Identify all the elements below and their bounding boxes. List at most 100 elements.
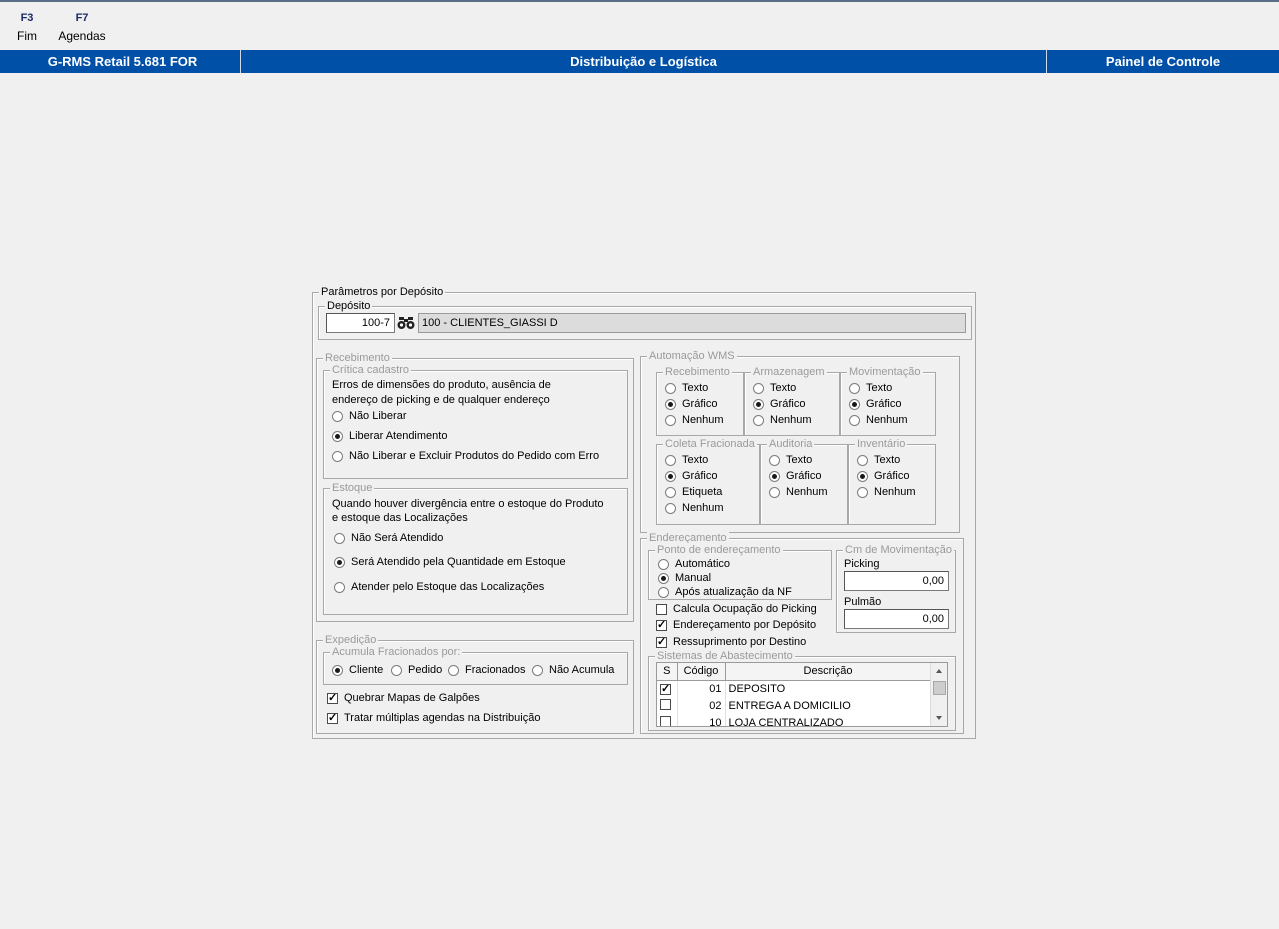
table-scrollbar[interactable] [930, 663, 947, 726]
radio-label: Cliente [349, 664, 384, 676]
radio-auto-movimentacao-nenhum[interactable]: Nenhum [849, 414, 908, 426]
checkbox-quebrar-mapas[interactable]: ✓ Quebrar Mapas de Galpões [327, 692, 480, 704]
radio-auditoria-texto[interactable]: Texto [769, 454, 812, 466]
radio-label: Texto [786, 454, 813, 466]
radio-acumula-cliente[interactable]: Cliente [332, 664, 383, 676]
checkbox-box: ✓ [656, 618, 667, 631]
scroll-down-icon[interactable] [936, 716, 942, 720]
radio-inventario-nenhum[interactable]: Nenhum [857, 486, 916, 498]
radio-label: Nenhum [682, 414, 724, 426]
radio-coleta-grafico[interactable]: Gráfico [665, 470, 717, 482]
codigo-cell: 02 [677, 697, 726, 714]
auto-armazenagem-title: Armazenagem [751, 365, 827, 379]
checkbox-enderecamento-deposito[interactable]: ✓ Endereçamento por Depósito [656, 619, 816, 631]
radio-dot [665, 454, 676, 466]
radio-acumula-pedido[interactable]: Pedido [391, 664, 442, 676]
radio-label: Gráfico [786, 470, 822, 482]
ponto-enderecamento-title: Ponto de endereçamento [655, 543, 783, 557]
radio-nao-acumula[interactable]: Não Acumula [532, 664, 614, 676]
radio-auto-armazenagem-grafico[interactable]: Gráfico [753, 398, 805, 410]
checkbox-box: ✓ [327, 691, 338, 704]
radio-dot [332, 450, 343, 462]
radio-auto-armazenagem-nenhum[interactable]: Nenhum [753, 414, 812, 426]
row-select-cell[interactable]: ✓ [657, 680, 678, 697]
radio-coleta-nenhum[interactable]: Nenhum [665, 502, 724, 514]
checkbox-label: Quebrar Mapas de Galpões [344, 692, 480, 704]
radio-auto-recebimento-texto[interactable]: Texto [665, 382, 708, 394]
radio-liberar-atendimento[interactable]: Liberar Atendimento [332, 430, 447, 442]
pulmao-field[interactable]: 0,00 [844, 609, 949, 629]
radio-auditoria-nenhum[interactable]: Nenhum [769, 486, 828, 498]
descricao-cell: ENTREGA A DOMICILIO [725, 697, 932, 714]
radio-dot [769, 470, 780, 482]
radio-automatico[interactable]: Automático [658, 558, 730, 570]
radio-nao-sera-atendido[interactable]: Não Será Atendido [334, 532, 443, 544]
deposito-code-field[interactable]: 100-7 [326, 313, 395, 333]
table-row[interactable]: 10 LOJA CENTRALIZADO [657, 714, 932, 726]
radio-inventario-texto[interactable]: Texto [857, 454, 900, 466]
radio-sera-atendido-quantidade[interactable]: Será Atendido pela Quantidade em Estoque [334, 556, 566, 568]
radio-label: Manual [675, 572, 712, 584]
column-header-descricao[interactable]: Descrição [725, 663, 932, 681]
table-row[interactable]: 02 ENTREGA A DOMICILIO [657, 697, 932, 714]
table-row[interactable]: ✓ 01 DEPOSITO [657, 680, 932, 697]
codigo-cell: 01 [677, 680, 726, 697]
row-checkbox[interactable] [660, 715, 671, 726]
binoculars-search-icon[interactable] [396, 313, 416, 333]
radio-label: Liberar Atendimento [349, 430, 448, 442]
radio-auto-recebimento-grafico[interactable]: Gráfico [665, 398, 717, 410]
critica-description-line1: Erros de dimensões do produto, ausência … [332, 379, 551, 391]
radio-auto-movimentacao-grafico[interactable]: Gráfico [849, 398, 901, 410]
sistemas-abastecimento-title: Sistemas de Abastecimento [655, 649, 795, 663]
radio-auto-recebimento-nenhum[interactable]: Nenhum [665, 414, 724, 426]
column-header-codigo[interactable]: Código [677, 663, 726, 681]
radio-auto-armazenagem-texto[interactable]: Texto [753, 382, 796, 394]
exit-label: Fim [17, 29, 37, 43]
radio-apos-atualizacao-nf[interactable]: Após atualização da NF [658, 586, 792, 598]
estoque-description-line2: e estoque das Localizações [332, 512, 468, 524]
radio-inventario-grafico[interactable]: Gráfico [857, 470, 909, 482]
checkbox-ressuprimento[interactable]: ✓ Ressuprimento por Destino [656, 636, 806, 648]
radio-dot [391, 664, 402, 676]
exit-button[interactable]: F3 Fim [10, 12, 44, 43]
radio-auditoria-grafico[interactable]: Gráfico [769, 470, 821, 482]
checkbox-calcula-ocupacao[interactable]: Calcula Ocupação do Picking [656, 603, 817, 615]
row-select-cell[interactable] [657, 697, 678, 714]
agendas-label: Agendas [58, 29, 106, 43]
radio-label: Nenhum [786, 486, 828, 498]
radio-nao-liberar[interactable]: Não Liberar [332, 410, 406, 422]
radio-auto-movimentacao-texto[interactable]: Texto [849, 382, 892, 394]
radio-label: Fracionados [465, 664, 526, 676]
radio-label: Gráfico [874, 470, 910, 482]
checkbox-box: ✓ [656, 635, 667, 648]
title-bar: G-RMS Retail 5.681 FOR Distribuição e Lo… [0, 50, 1279, 73]
radio-acumula-fracionados[interactable]: Fracionados [448, 664, 526, 676]
module-name: Distribuição e Logística [570, 54, 717, 69]
auto-movimentacao-title: Movimentação [847, 365, 923, 379]
scroll-thumb[interactable] [933, 681, 946, 695]
radio-label: Texto [682, 454, 709, 466]
radio-dot [753, 382, 764, 394]
radio-dot [334, 532, 345, 544]
radio-dot [658, 572, 669, 584]
radio-coleta-texto[interactable]: Texto [665, 454, 708, 466]
checkbox-label: Tratar múltiplas agendas na Distribuição [344, 712, 541, 724]
radio-dot [665, 502, 676, 514]
picking-field[interactable]: 0,00 [844, 571, 949, 591]
radio-manual[interactable]: Manual [658, 572, 711, 584]
radio-coleta-etiqueta[interactable]: Etiqueta [665, 486, 722, 498]
checkbox-multiplas-agendas[interactable]: ✓ Tratar múltiplas agendas na Distribuiçã… [327, 712, 540, 724]
column-header-s[interactable]: S [657, 663, 678, 681]
row-select-cell[interactable] [657, 714, 678, 726]
radio-dot [665, 414, 676, 426]
radio-atender-estoque-localizacoes[interactable]: Atender pelo Estoque das Localizações [334, 581, 544, 593]
radio-label: Texto [682, 382, 709, 394]
row-checkbox[interactable]: ✓ [660, 683, 671, 695]
radio-dot [658, 558, 669, 570]
radio-dot [334, 581, 345, 593]
radio-dot [665, 486, 676, 498]
row-checkbox[interactable] [660, 698, 671, 710]
radio-nao-liberar-excluir[interactable]: Não Liberar e Excluir Produtos do Pedido… [332, 450, 599, 462]
scroll-up-icon[interactable] [936, 669, 942, 673]
agendas-button[interactable]: F7 Agendas [56, 12, 108, 43]
